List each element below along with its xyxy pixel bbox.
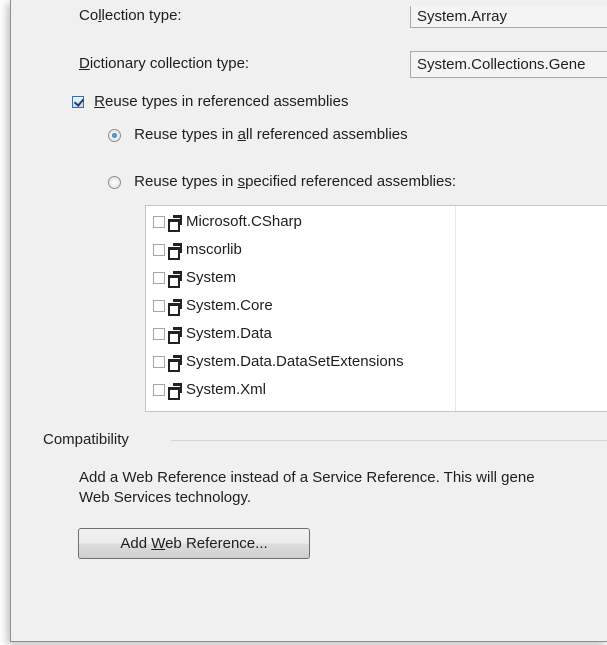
assembly-checkbox[interactable] [153,356,165,369]
collection-type-value: System.Array [417,8,508,25]
assembly-icon [168,243,182,261]
assembly-name: mscorlib [186,241,242,258]
reuse-types-checkbox-row[interactable]: Reuse types in referenced assemblies [72,93,348,110]
assembly-item-system-data[interactable]: System.Data [153,325,272,347]
reuse-types-checkbox[interactable] [72,96,84,109]
assembly-checkbox[interactable] [153,328,165,341]
assembly-item-microsoft-csharp[interactable]: Microsoft.CSharp [153,213,302,235]
assembly-checkbox[interactable] [153,244,165,257]
screenshot: Collection type: System.Array Dictionary… [0,0,607,645]
assembly-icon [168,355,182,373]
assembly-name: System [186,269,237,286]
compatibility-description-line1: Add a Web Reference instead of a Service… [79,469,535,486]
assembly-name: System.Xml [186,381,267,398]
assembly-icon [168,271,182,289]
assembly-item-mscorlib[interactable]: mscorlib [153,241,242,263]
assembly-name: System.Core [186,297,273,314]
dictionary-type-combo[interactable]: System.Collections.Gene [410,51,607,78]
assembly-icon [168,299,182,317]
compatibility-group-line [171,440,607,441]
reuse-all-radio[interactable] [108,128,121,142]
assembly-name: System.Data.DataSetExtensions [186,353,404,370]
assembly-checkbox[interactable] [153,300,165,313]
list-column-divider [455,206,456,411]
dictionary-type-value: System.Collections.Gene [417,56,586,73]
assembly-icon [168,327,182,345]
service-reference-settings-dialog: Collection type: System.Array Dictionary… [10,0,607,642]
reuse-all-label: Reuse types in all referenced assemblies [134,126,408,143]
assembly-item-system-xml[interactable]: System.Xml [153,381,266,403]
reuse-specified-radio-row[interactable]: Reuse types in specified referenced asse… [108,173,456,190]
dictionary-type-label: Dictionary collection type: [79,55,250,72]
compatibility-description-line2: Web Services technology. [79,489,252,506]
assembly-item-system-data-datasetextensions[interactable]: System.Data.DataSetExtensions [153,353,404,375]
assembly-item-system-core[interactable]: System.Core [153,297,273,319]
assembly-item-system[interactable]: System [153,269,236,291]
collection-type-label: Collection type: [79,7,182,24]
referenced-assemblies-list[interactable]: Microsoft.CSharp mscorlib System System.… [145,205,607,412]
assembly-checkbox[interactable] [153,272,165,285]
reuse-all-radio-row[interactable]: Reuse types in all referenced assemblies [108,126,408,143]
assembly-checkbox[interactable] [153,384,165,397]
compatibility-heading: Compatibility [43,431,129,448]
assembly-icon [168,215,182,233]
assembly-name: Microsoft.CSharp [186,213,302,230]
reuse-specified-radio[interactable] [108,175,121,189]
reuse-specified-label: Reuse types in specified referenced asse… [134,173,457,190]
add-web-reference-button[interactable]: Add Web Reference... [78,528,310,559]
assembly-icon [168,383,182,401]
reuse-types-label: Reuse types in referenced assemblies [94,93,349,110]
collection-type-combo[interactable]: System.Array [410,6,607,28]
assembly-name: System.Data [186,325,272,342]
assembly-checkbox[interactable] [153,216,165,229]
